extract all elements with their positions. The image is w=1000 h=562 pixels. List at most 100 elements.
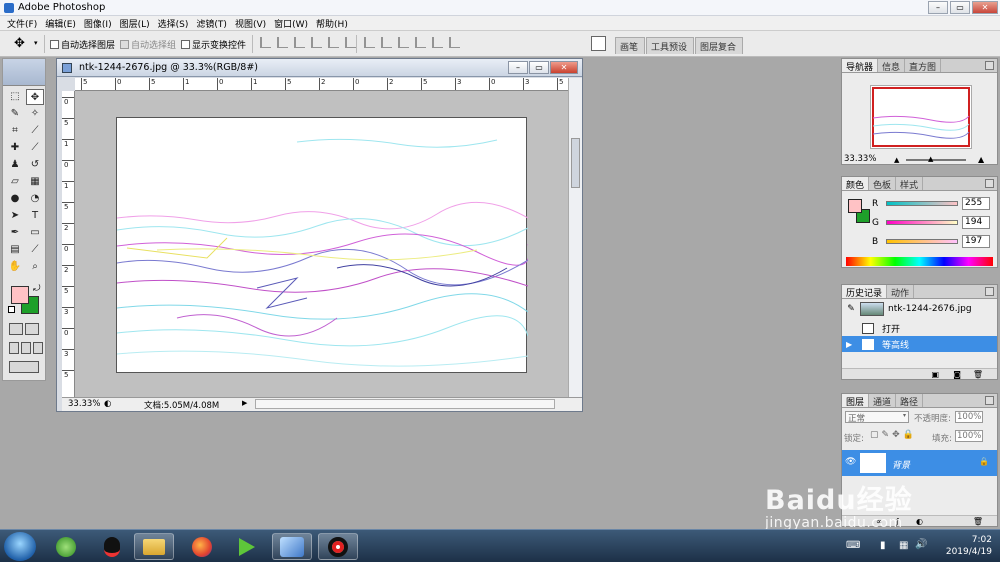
history-brush-icon[interactable]: ↺ (26, 157, 44, 173)
status-menu-arrow-icon[interactable]: ▶ (242, 399, 247, 407)
menu-item-7[interactable]: 窗口(W) (271, 16, 313, 30)
palette-well-tab-1[interactable]: 工具预设 (646, 37, 695, 54)
slice-tool-icon[interactable]: ⟋ (26, 123, 44, 139)
layers-tab-2[interactable]: 路径 (896, 394, 924, 408)
shape-tool-icon[interactable]: ▭ (26, 225, 44, 241)
type-tool-icon[interactable]: T (26, 208, 44, 224)
navigator-zoom[interactable]: 33.33% (844, 154, 876, 164)
screen-mode-menu-icon[interactable] (21, 342, 31, 354)
green-value-field[interactable]: 194 (962, 216, 990, 229)
opacity-field[interactable]: 100% (955, 411, 983, 423)
marquee-tool-icon[interactable]: ⬚ (6, 89, 24, 105)
taskbar-app-media-icon[interactable] (227, 533, 267, 560)
history-tab-1[interactable]: 动作 (887, 285, 915, 299)
distribute-top-icon[interactable] (364, 37, 375, 48)
tray-volume-icon[interactable]: 🔊 (915, 539, 927, 550)
vertical-scrollbar[interactable] (568, 78, 582, 397)
color-tab-1[interactable]: 色板 (869, 177, 897, 191)
menu-item-0[interactable]: 文件(F) (4, 16, 42, 30)
crop-tool-icon[interactable]: ⌗ (6, 123, 24, 139)
zoom-in-icon[interactable]: ▲ (978, 155, 984, 164)
menu-item-3[interactable]: 图层(L) (117, 16, 155, 30)
taskbar-app-qq-icon[interactable] (92, 533, 132, 560)
blue-slider[interactable] (886, 239, 958, 244)
trash-icon[interactable]: 🗑 (973, 370, 983, 379)
panel-close-icon[interactable] (985, 61, 994, 70)
distribute-vcenter-icon[interactable] (381, 37, 392, 48)
tray-network-icon[interactable]: ▦ (899, 540, 908, 551)
dodge-tool-icon[interactable]: ◔ (26, 191, 44, 207)
color-tab-0[interactable]: 颜色 (842, 177, 870, 191)
taskbar-app-recorder-icon[interactable] (318, 533, 358, 560)
hand-tool-icon[interactable]: ✋ (6, 259, 24, 275)
color-tab-2[interactable]: 样式 (896, 177, 924, 191)
lock-image-icon[interactable]: ✎ (882, 430, 890, 440)
panel-close-icon[interactable] (985, 179, 994, 188)
align-bottom-icon[interactable] (294, 37, 305, 48)
restore-button[interactable]: ▭ (950, 1, 970, 14)
palette-well-tab-0[interactable]: 画笔 (615, 37, 646, 54)
navigator-thumbnail[interactable] (870, 85, 972, 149)
doc-close-button[interactable]: ✕ (550, 61, 578, 74)
canvas-area[interactable] (75, 91, 568, 397)
taskbar-app-photoshop-icon[interactable] (272, 533, 312, 560)
auto-select-layer-checkbox[interactable]: 自动选择图层 (50, 38, 115, 51)
blur-tool-icon[interactable]: ● (6, 191, 24, 207)
screen-mode-standard-icon[interactable] (9, 342, 19, 354)
layer-mask-icon[interactable]: ◐ (916, 517, 923, 526)
history-item-contour[interactable]: ▶ 等高线 (842, 336, 997, 352)
feather-logo-icon[interactable] (3, 59, 45, 86)
status-icon[interactable]: ◐ (104, 399, 111, 409)
menu-item-6[interactable]: 视图(V) (232, 16, 271, 30)
blue-value-field[interactable]: 197 (962, 235, 990, 248)
align-right-icon[interactable] (345, 37, 356, 48)
distribute-hcenter-icon[interactable] (432, 37, 443, 48)
palette-well-toggle-icon[interactable] (591, 36, 606, 51)
minimize-button[interactable]: – (928, 1, 948, 14)
ruler-vertical[interactable]: 05101520253035 (62, 91, 75, 397)
align-buttons[interactable] (260, 37, 356, 48)
eyedropper-tool-icon[interactable]: ⟋ (26, 242, 44, 258)
healing-brush-icon[interactable]: ✚ (6, 140, 24, 156)
tray-keyboard-icon[interactable]: ⌨ (846, 540, 860, 551)
distribute-right-icon[interactable] (449, 37, 460, 48)
history-snapshot[interactable]: ✎ ntk-1244-2676.jpg (842, 300, 997, 318)
new-document-icon[interactable]: ▣ (931, 370, 939, 379)
move-tool-icon[interactable]: ✥ (26, 89, 44, 105)
notes-tool-icon[interactable]: ▤ (6, 242, 24, 258)
menu-item-2[interactable]: 图像(I) (81, 16, 117, 30)
navigator-zoom-thumb[interactable]: ▲ (928, 155, 933, 163)
layers-tab-1[interactable]: 通道 (869, 394, 897, 408)
tray-clock[interactable]: 7:02 2019/4/19 (946, 534, 992, 558)
lock-position-icon[interactable]: ✥ (892, 430, 900, 440)
red-value-field[interactable]: 255 (962, 197, 990, 210)
palette-well-tab-2[interactable]: 图层复合 (695, 37, 744, 54)
panel-close-icon[interactable] (985, 396, 994, 405)
standard-mode-icon[interactable] (9, 323, 23, 335)
pen-tool-icon[interactable]: ✒ (6, 225, 24, 241)
align-top-icon[interactable] (260, 37, 271, 48)
show-transform-checkbox[interactable]: 显示变换控件 (181, 38, 246, 51)
zoom-tool-icon[interactable]: ⌕ (26, 259, 44, 275)
navigator-tab-0[interactable]: 导航器 (842, 59, 879, 73)
document-titlebar[interactable]: ntk-1244-2676.jpg @ 33.3%(RGB/8#) – ▭ ✕ (57, 59, 582, 77)
eye-icon[interactable]: 👁 (845, 457, 856, 467)
doc-maximize-button[interactable]: ▭ (529, 61, 549, 74)
menu-item-8[interactable]: 帮助(H) (313, 16, 353, 30)
lock-all-icon[interactable]: 🔒 (903, 430, 914, 440)
layer-background[interactable]: 👁 背景 🔒 (842, 450, 997, 476)
red-slider[interactable] (886, 201, 958, 206)
default-colors-icon[interactable] (8, 306, 15, 313)
navigator-zoom-slider[interactable] (906, 159, 966, 161)
image-canvas[interactable] (116, 117, 530, 373)
zoom-level[interactable]: 33.33% (68, 399, 100, 409)
navigator-tab-2[interactable]: 直方图 (905, 59, 942, 73)
close-button[interactable]: ✕ (972, 1, 998, 14)
clone-stamp-icon[interactable]: ♟ (6, 157, 24, 173)
green-slider[interactable] (886, 220, 958, 225)
distribute-buttons[interactable] (364, 37, 460, 48)
align-hcenter-icon[interactable] (328, 37, 339, 48)
brush-tool-icon[interactable]: ⟋ (26, 140, 44, 156)
history-tab-0[interactable]: 历史记录 (842, 285, 888, 299)
blend-mode-select[interactable]: 正常 ▾ (845, 411, 909, 424)
